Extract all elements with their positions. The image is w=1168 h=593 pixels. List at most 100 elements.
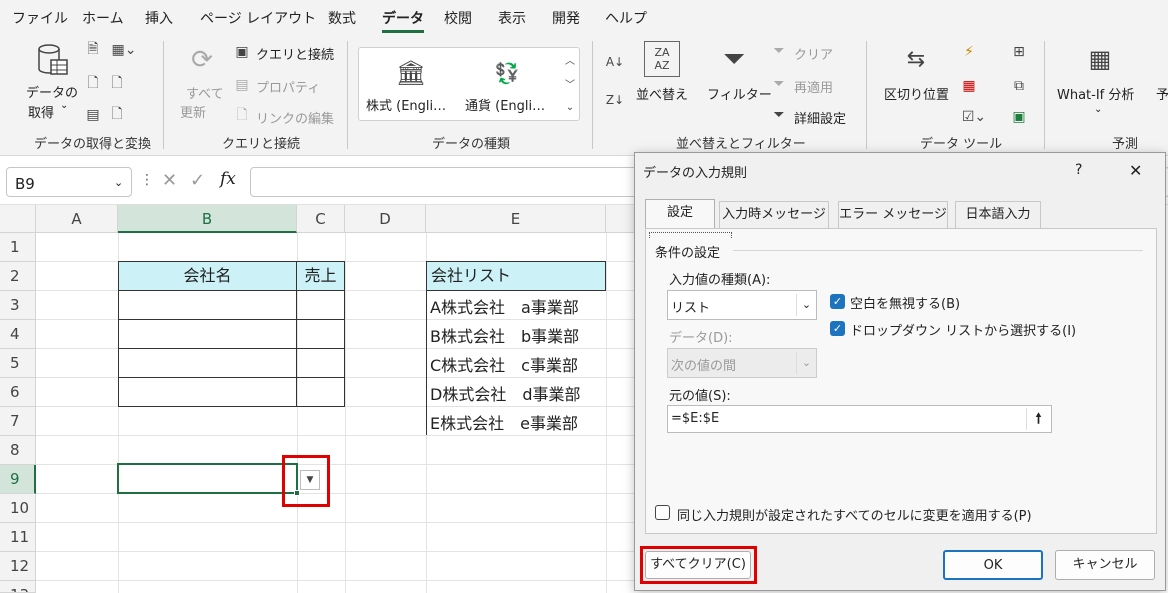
- edit-links-button[interactable]: リンクの編集: [256, 108, 334, 127]
- company-header-cell[interactable]: 会社名: [118, 261, 297, 291]
- row-header[interactable]: 7: [0, 407, 36, 436]
- clear-button[interactable]: クリア: [794, 44, 833, 63]
- sort-button[interactable]: 並べ替え: [636, 84, 688, 103]
- collapse-dialog-icon[interactable]: 🠕: [1026, 408, 1050, 430]
- tab-error-alert[interactable]: エラー メッセージ: [838, 201, 948, 229]
- table-icon[interactable]: ▤: [84, 106, 102, 124]
- reapply-button[interactable]: 再適用: [794, 77, 833, 96]
- tab-developer[interactable]: 開発: [552, 8, 580, 28]
- column-header-f[interactable]: [606, 205, 636, 233]
- column-header-c[interactable]: C: [297, 205, 345, 233]
- stocks-button[interactable]: 株式 (Engli…: [366, 95, 446, 114]
- tab-home[interactable]: ホーム: [82, 8, 124, 28]
- cancel-icon[interactable]: ✕: [162, 170, 177, 191]
- apply-all-checkbox[interactable]: [655, 505, 670, 520]
- row-header[interactable]: 10: [0, 494, 36, 523]
- row-header[interactable]: 11: [0, 523, 36, 552]
- web-icon[interactable]: 🗋: [84, 75, 102, 93]
- get-data-label[interactable]: データの: [26, 82, 78, 101]
- tab-file[interactable]: ファイル: [12, 8, 68, 28]
- ignore-blank-checkbox[interactable]: ✓: [830, 294, 845, 309]
- tab-insert[interactable]: 挿入: [145, 8, 173, 28]
- list-item[interactable]: C株式会社 c事業部: [430, 352, 578, 376]
- ok-button[interactable]: OK: [943, 550, 1043, 580]
- what-if-button[interactable]: What-If 分析: [1057, 84, 1134, 103]
- relationships-icon[interactable]: ⧉: [1008, 75, 1030, 97]
- text-to-columns-button[interactable]: 区切り位置: [884, 84, 949, 103]
- tab-formulas[interactable]: 数式: [328, 8, 356, 28]
- row-header[interactable]: 13: [0, 581, 36, 593]
- column-header-a[interactable]: A: [36, 205, 118, 233]
- close-button[interactable]: ✕: [1129, 161, 1142, 180]
- sort-ascending-icon[interactable]: A↓: [604, 51, 626, 73]
- row-header[interactable]: 8: [0, 436, 36, 465]
- cancel-button[interactable]: キャンセル: [1055, 550, 1155, 580]
- row-header[interactable]: 6: [0, 378, 36, 407]
- list-item[interactable]: D株式会社 d事業部: [430, 381, 580, 405]
- advanced-button[interactable]: 詳細設定: [794, 108, 846, 127]
- flash-fill-icon[interactable]: ⚡: [958, 41, 980, 63]
- consolidate-icon[interactable]: ⊞: [1008, 41, 1030, 63]
- row-header[interactable]: 3: [0, 291, 36, 320]
- company-list-header[interactable]: 会社リスト: [426, 261, 606, 291]
- selected-cell-b9[interactable]: [117, 463, 298, 494]
- source-input[interactable]: =$E:$E 🠕: [667, 405, 1052, 433]
- forecast-sheet-label[interactable]: 予: [1156, 84, 1168, 103]
- select-all-corner[interactable]: [0, 205, 36, 233]
- tab-settings[interactable]: 設定: [645, 199, 715, 229]
- scroll-down-icon[interactable]: ﹀: [562, 75, 578, 91]
- row-header[interactable]: 1: [0, 233, 36, 262]
- tab-view[interactable]: 表示: [498, 8, 526, 28]
- allow-select[interactable]: リスト ⌄: [667, 290, 817, 320]
- web-table-icon[interactable]: ▦⌄: [108, 41, 140, 59]
- help-button[interactable]: ?: [1075, 162, 1082, 178]
- chevron-down-icon[interactable]: ⌄: [114, 176, 123, 189]
- row-header[interactable]: 12: [0, 552, 36, 581]
- row-header[interactable]: 2: [0, 262, 36, 291]
- list-item[interactable]: B株式会社 b事業部: [430, 323, 579, 347]
- gallery-more-icon[interactable]: ⌄: [562, 99, 578, 115]
- column-header-e[interactable]: E: [426, 205, 606, 233]
- get-data-label-2[interactable]: 取得: [28, 102, 54, 121]
- chevron-down-icon[interactable]: ⌄: [796, 294, 816, 316]
- tab-data[interactable]: データ: [382, 8, 424, 33]
- ignore-blank-label[interactable]: 空白を無視する(B): [850, 293, 960, 312]
- refresh-label-2[interactable]: 更新: [180, 102, 206, 121]
- tab-input-message[interactable]: 入力時メッセージ: [719, 201, 829, 229]
- in-cell-dropdown-label[interactable]: ドロップダウン リストから選択する(I): [850, 320, 1076, 339]
- column-header-b[interactable]: B: [118, 205, 297, 233]
- data-model-icon[interactable]: ▣: [1008, 106, 1030, 128]
- recent-sources-icon[interactable]: 🗋: [108, 75, 126, 93]
- list-item[interactable]: E株式会社 e事業部: [430, 410, 578, 434]
- currency-button[interactable]: 通貨 (Engli…: [465, 95, 545, 114]
- filter-button[interactable]: フィルター: [707, 84, 772, 103]
- more-icon[interactable]: ⋮: [140, 172, 154, 188]
- row-header[interactable]: 5: [0, 349, 36, 378]
- scroll-up-icon[interactable]: ︿: [562, 51, 578, 67]
- enter-icon[interactable]: ✓: [190, 170, 205, 191]
- tab-help[interactable]: ヘルプ: [605, 8, 647, 28]
- existing-connections-icon[interactable]: 🗋: [108, 106, 126, 124]
- apply-all-label[interactable]: 同じ入力規則が設定されたすべてのセルに変更を適用する(P): [677, 505, 1032, 524]
- data-validation-icon[interactable]: ☑⌄: [958, 106, 990, 128]
- in-cell-dropdown-checkbox[interactable]: ✓: [830, 321, 845, 336]
- refresh-label[interactable]: すべて: [186, 83, 224, 102]
- tab-page-layout[interactable]: ページ レイアウト: [200, 8, 316, 28]
- sales-header-cell[interactable]: 売上: [296, 261, 345, 291]
- insert-function-button[interactable]: fx: [220, 169, 236, 189]
- list-item[interactable]: A株式会社 a事業部: [430, 294, 579, 318]
- chevron-down-icon[interactable]: ⌄: [60, 100, 68, 111]
- tab-review[interactable]: 校閲: [444, 8, 472, 28]
- chevron-down-icon[interactable]: ⌄: [1094, 104, 1102, 115]
- tab-ime-mode[interactable]: 日本語入力: [955, 201, 1041, 229]
- data-select[interactable]: 次の値の間 ⌄: [667, 348, 817, 378]
- queries-connections-button[interactable]: クエリと接続: [256, 44, 334, 63]
- text-file-icon[interactable]: 🗎: [84, 41, 102, 59]
- row-header[interactable]: 9: [0, 465, 36, 494]
- column-header-d[interactable]: D: [345, 205, 426, 233]
- row-header[interactable]: 4: [0, 320, 36, 349]
- edit-links-icon: 🗋: [236, 107, 248, 123]
- properties-button[interactable]: プロパティ: [256, 77, 320, 96]
- remove-duplicates-icon[interactable]: ▦: [958, 75, 980, 97]
- sort-descending-icon[interactable]: Z↓: [604, 89, 626, 111]
